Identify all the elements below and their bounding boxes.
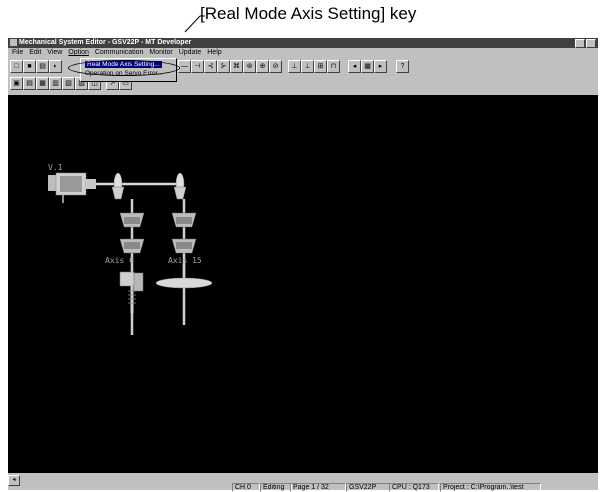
menu-bar: File Edit View Option Communication Moni… bbox=[8, 48, 598, 58]
rotary-table-icon[interactable]: ⊥ bbox=[301, 60, 314, 73]
new-file-icon[interactable]: □ bbox=[10, 60, 23, 73]
menu-edit[interactable]: Edit bbox=[29, 49, 41, 56]
menu-file[interactable]: File bbox=[12, 49, 23, 56]
status-channel: CH 0 bbox=[232, 483, 260, 492]
parameter-icon[interactable]: ▥ bbox=[49, 77, 62, 90]
table-icon[interactable]: ▦ bbox=[36, 77, 49, 90]
editor-window: Mechanical System Editor - GSV22P - MT D… bbox=[8, 38, 598, 492]
page-next-icon[interactable]: ▸ bbox=[374, 60, 387, 73]
menu-view[interactable]: View bbox=[47, 49, 62, 56]
status-page: Page 1 / 32 bbox=[290, 483, 346, 492]
menu-option[interactable]: Option bbox=[68, 49, 89, 56]
bevel-gear-right[interactable] bbox=[173, 172, 187, 200]
callout-highlight-oval bbox=[68, 60, 180, 76]
status-project: Project : C:\Program..\test bbox=[440, 483, 541, 492]
cam-icon[interactable]: ⊞ bbox=[314, 60, 327, 73]
title-bar: Mechanical System Editor - GSV22P - MT D… bbox=[8, 38, 598, 48]
clutch-right-1[interactable] bbox=[171, 212, 197, 228]
app-icon bbox=[10, 39, 17, 46]
clutch-icon[interactable]: ⊰ bbox=[204, 60, 217, 73]
servo-motor-drive[interactable] bbox=[48, 172, 96, 203]
rotary-table-output[interactable] bbox=[155, 265, 213, 289]
save-icon[interactable]: ■ bbox=[23, 60, 36, 73]
maximize-button[interactable] bbox=[586, 39, 596, 48]
list-icon[interactable]: ▤ bbox=[23, 77, 36, 90]
menu-monitor[interactable]: Monitor bbox=[149, 49, 172, 56]
connector-icon[interactable]: ⊣ bbox=[191, 60, 204, 73]
scroll-left-button[interactable]: ◂ bbox=[8, 475, 20, 486]
batch-icon[interactable]: ▧ bbox=[62, 77, 75, 90]
mechanical-system-diagram bbox=[48, 172, 213, 335]
line-tool-icon[interactable]: — bbox=[178, 60, 191, 73]
output-axis-icon[interactable]: ⊥ bbox=[288, 60, 301, 73]
monitor-icon[interactable]: ▣ bbox=[10, 77, 23, 90]
menu-communication[interactable]: Communication bbox=[95, 49, 144, 56]
help-icon[interactable]: ? bbox=[396, 60, 409, 73]
axis-label-right: Axis 15 bbox=[168, 256, 202, 265]
window-title: Mechanical System Editor - GSV22P - MT D… bbox=[19, 39, 192, 46]
mechanical-diagram-canvas[interactable]: V.1 Axis 6 Axis 15 bbox=[8, 95, 598, 473]
gear-icon[interactable]: ⊱ bbox=[217, 60, 230, 73]
menu-help[interactable]: Help bbox=[207, 49, 221, 56]
minimize-button[interactable] bbox=[575, 39, 585, 48]
axis-label-left: Axis 6 bbox=[105, 256, 134, 265]
status-mode: Editing bbox=[260, 483, 292, 492]
clutch-left-1[interactable] bbox=[119, 212, 145, 228]
speed-change-icon[interactable]: ⌘ bbox=[230, 60, 243, 73]
ball-screw-icon[interactable]: ⊘ bbox=[269, 60, 282, 73]
output-module-icon[interactable]: ⊓ bbox=[327, 60, 340, 73]
status-cpu: CPU : Q173 bbox=[389, 483, 439, 492]
status-bar: ◂ CH 0 Editing Page 1 / 32 GSV22P CPU : … bbox=[8, 475, 598, 492]
clutch-left-2[interactable] bbox=[119, 238, 145, 254]
page-prev-icon[interactable]: ◂ bbox=[348, 60, 361, 73]
differential-icon[interactable]: ⊛ bbox=[243, 60, 256, 73]
bevel-gear-left[interactable] bbox=[111, 172, 125, 200]
drive-label: V.1 bbox=[48, 163, 63, 172]
print-icon[interactable]: ▤ bbox=[36, 60, 49, 73]
tool-icon[interactable]: ◐ bbox=[49, 60, 62, 73]
page-icon[interactable]: ▦ bbox=[361, 60, 374, 73]
roller-icon[interactable]: ⊕ bbox=[256, 60, 269, 73]
ball-screw-output[interactable] bbox=[119, 271, 144, 313]
clutch-right-2[interactable] bbox=[171, 238, 197, 254]
status-system: GSV22P bbox=[346, 483, 390, 492]
menu-update[interactable]: Update bbox=[179, 49, 202, 56]
